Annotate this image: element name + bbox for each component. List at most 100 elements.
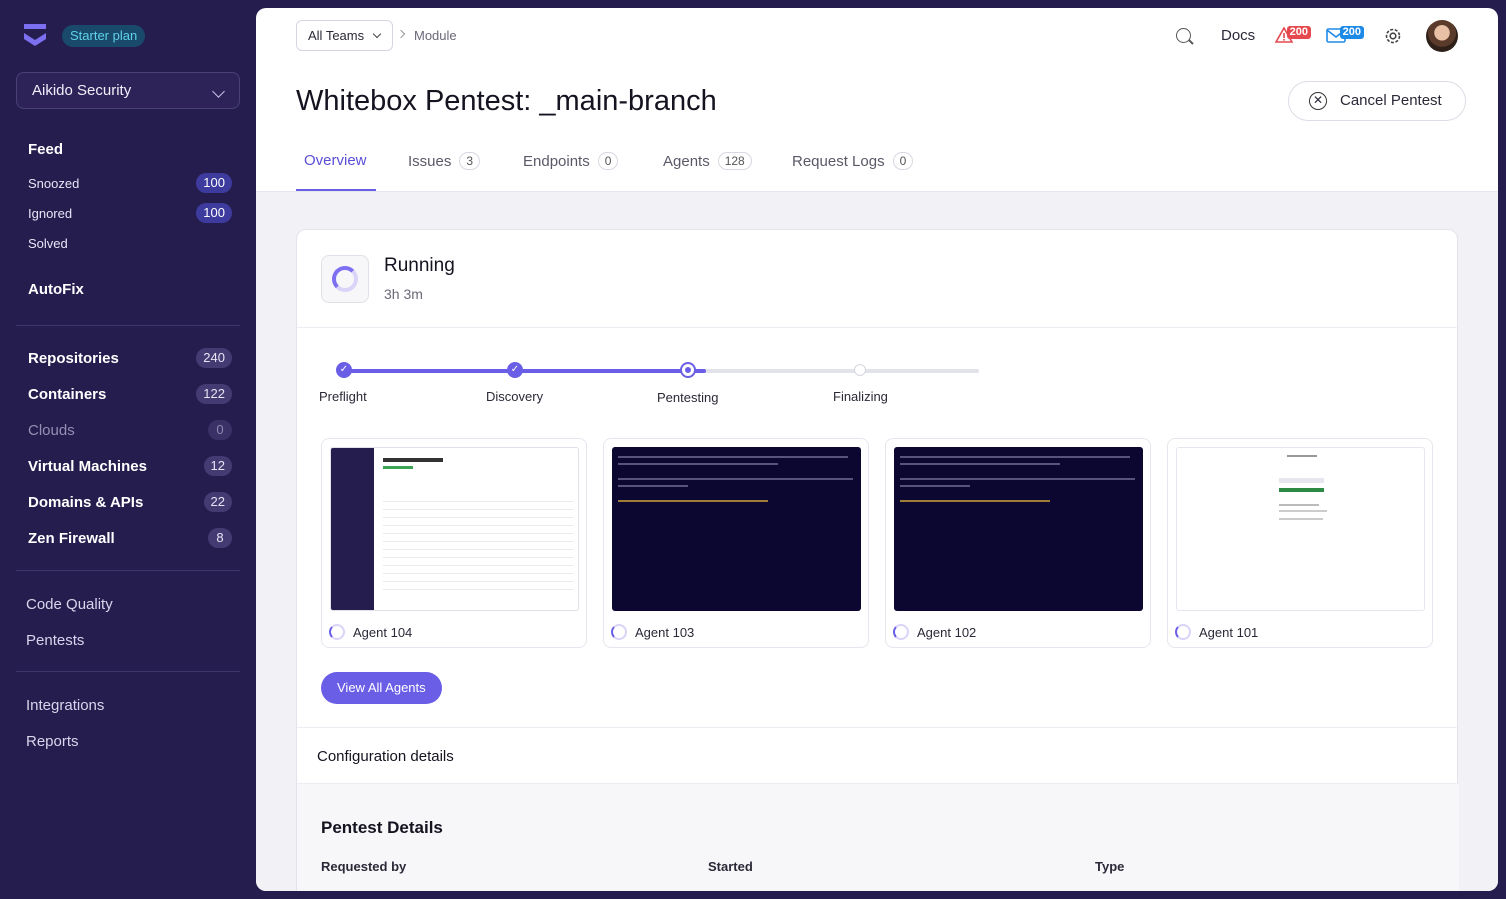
loading-spinner-icon [329,624,345,640]
teams-dropdown[interactable]: All Teams [296,20,394,51]
step-discovery-dot: ✓ [507,362,523,378]
card-divider [297,727,1459,728]
sidebar-item-solved[interactable]: Solved [28,236,68,251]
tab-count: 0 [892,152,914,170]
aikido-logo-icon[interactable] [22,22,48,48]
domains-apis-count: 22 [203,492,232,512]
tab-label: Endpoints [523,153,590,170]
agent-name: Agent 104 [353,625,413,640]
loading-spinner-icon [893,624,909,640]
chevron-right-icon [396,29,406,39]
step-label-pentesting: Pentesting [657,390,719,405]
chevron-down-icon [212,85,225,98]
loading-spinner-icon [611,624,627,640]
tab-request-logs[interactable]: Request Logs 0 [792,152,914,170]
sidebar-divider [16,325,240,326]
requested-by-label: Requested by [321,859,407,874]
containers-count: 122 [196,384,232,404]
status-icon [321,255,369,303]
sidebar: Starter plan Aikido Security Feed Snooze… [0,0,256,899]
type-label: Type [1095,859,1125,874]
cancel-label: Cancel Pentest [1340,92,1442,109]
tab-label: Request Logs [792,153,885,170]
sidebar-divider [16,671,240,672]
sidebar-item-virtual-machines[interactable]: Virtual Machines [28,458,147,475]
details-section [297,784,1459,891]
search-icon[interactable] [1176,28,1191,43]
step-finalizing-dot [854,364,866,376]
gear-icon[interactable] [1383,26,1403,46]
tab-issues[interactable]: Issues 3 [408,152,481,170]
sidebar-item-integrations[interactable]: Integrations [26,697,104,714]
step-label-discovery: Discovery [486,389,544,404]
agent-card[interactable]: Agent 102 [885,438,1151,648]
alerts-count: 200 [1286,26,1311,39]
started-label: Started [708,859,753,874]
agent-screenshot [330,447,579,611]
tab-count: 0 [597,152,619,170]
status-title: Running [384,255,455,276]
agent-name: Agent 103 [635,625,695,640]
tab-label: Agents [663,153,710,170]
tab-count: 3 [459,152,481,170]
avatar[interactable] [1426,20,1458,52]
virtual-machines-count: 12 [203,456,232,476]
org-selector[interactable]: Aikido Security [16,72,240,109]
sidebar-item-ignored[interactable]: Ignored [28,206,72,221]
agent-screenshot [1176,447,1425,611]
agent-screenshot [894,447,1143,611]
inbox-button[interactable]: 200 [1326,26,1364,44]
sidebar-divider [16,570,240,571]
sidebar-item-repositories[interactable]: Repositories [28,350,119,367]
mail-count: 200 [1339,26,1364,39]
progress-fill [343,369,706,373]
tab-overview[interactable]: Overview [304,152,367,169]
org-name: Aikido Security [32,82,132,99]
zen-firewall-count: 8 [208,528,232,548]
sidebar-item-clouds[interactable]: Clouds [28,422,75,439]
step-label-finalizing: Finalizing [833,389,888,404]
snoozed-count: 100 [196,173,232,193]
agent-card[interactable]: Agent 103 [603,438,869,648]
tab-agents[interactable]: Agents 128 [663,152,752,170]
agent-name: Agent 101 [1199,625,1259,640]
agent-name: Agent 102 [917,625,977,640]
pentest-details-title: Pentest Details [321,818,443,837]
sidebar-item-domains-apis[interactable]: Domains & APIs [28,494,143,511]
sidebar-item-pentests[interactable]: Pentests [26,632,84,649]
progress-track [343,369,979,373]
view-all-agents-button[interactable]: View All Agents [321,672,442,704]
sidebar-item-reports[interactable]: Reports [26,733,79,750]
alerts-button[interactable]: 200 [1275,26,1311,44]
close-circle-icon: ✕ [1309,92,1327,110]
page-title: Whitebox Pentest: _main-branch [296,85,717,117]
sidebar-item-zen-firewall[interactable]: Zen Firewall [28,530,115,547]
elapsed-time: 3h 3m [384,286,423,302]
clouds-count: 0 [208,420,232,440]
ignored-count: 100 [196,203,232,223]
configuration-details-header[interactable]: Configuration details [317,748,454,765]
sidebar-item-snoozed[interactable]: Snoozed [28,176,79,191]
cancel-pentest-button[interactable]: ✕ Cancel Pentest [1288,81,1466,121]
agent-card[interactable]: Agent 104 [321,438,587,648]
tab-count: 128 [717,152,752,170]
docs-link[interactable]: Docs [1221,27,1255,44]
teams-label: All Teams [308,28,365,43]
main-panel: All Teams Module Docs 200 200 Whitebox P… [256,8,1498,891]
sidebar-item-feed[interactable]: Feed [28,141,63,158]
breadcrumb[interactable]: Module [414,28,457,43]
sidebar-item-containers[interactable]: Containers [28,386,106,403]
chevron-down-icon [372,29,382,39]
step-preflight-dot: ✓ [336,362,352,378]
loading-spinner-icon [332,266,358,292]
agent-card[interactable]: Agent 101 [1167,438,1433,648]
repositories-count: 240 [196,348,232,368]
loading-spinner-icon [1175,624,1191,640]
step-pentesting-dot [680,362,696,378]
sidebar-item-autofix[interactable]: AutoFix [28,281,84,298]
card-divider [297,327,1459,328]
tab-endpoints[interactable]: Endpoints 0 [523,152,619,170]
tab-label: Issues [408,153,452,170]
pentest-status-card: Running 3h 3m ✓ ✓ Preflight Discovery Pe… [296,229,1459,891]
sidebar-item-code-quality[interactable]: Code Quality [26,596,113,613]
